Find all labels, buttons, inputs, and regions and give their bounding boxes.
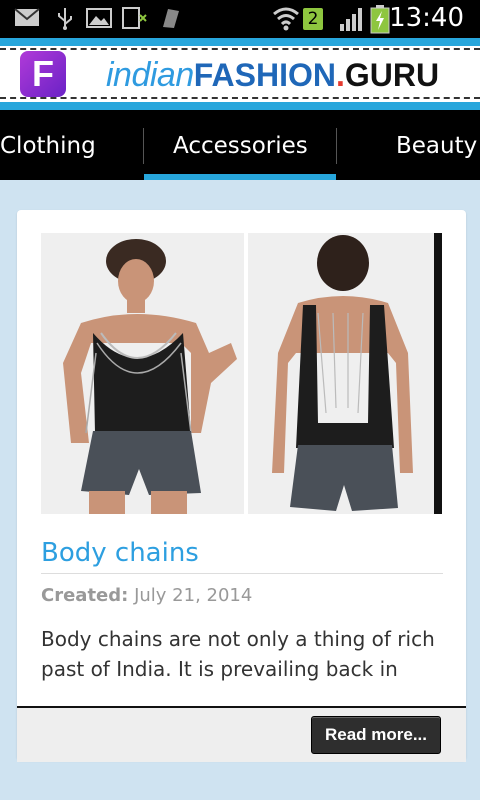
article-excerpt: Body chains are not only a thing of rich… bbox=[41, 627, 435, 681]
header-top-dashes bbox=[0, 48, 480, 50]
download-icon bbox=[122, 7, 147, 29]
created-label: Created: bbox=[41, 585, 129, 606]
clock: 13:40 bbox=[389, 3, 464, 33]
brand-guru: GURU bbox=[344, 57, 440, 93]
category-nav: Clothing Accessories Beauty bbox=[0, 110, 480, 180]
created-date: July 21, 2014 bbox=[134, 585, 253, 606]
card-footer: Read more... bbox=[17, 706, 466, 762]
site-header: F indianFASHION.GURU bbox=[0, 38, 480, 110]
nav-divider bbox=[143, 128, 144, 164]
nav-divider bbox=[336, 128, 337, 164]
brand-fashion: FASHION bbox=[193, 57, 336, 93]
header-bottom-dashes bbox=[0, 97, 480, 99]
status-bar: 2 13:40 bbox=[0, 0, 480, 38]
nav-item-accessories[interactable]: Accessories bbox=[173, 110, 308, 180]
signal-icon bbox=[340, 8, 362, 31]
article-card: Body chains Created: July 21, 2014 Body … bbox=[17, 210, 466, 762]
site-brand[interactable]: indianFASHION.GURU bbox=[106, 56, 439, 96]
nav-item-beauty[interactable]: Beauty bbox=[396, 110, 477, 180]
back-view-photo bbox=[248, 233, 442, 514]
brand-indian: indian bbox=[106, 56, 194, 94]
nav-item-clothing[interactable]: Clothing bbox=[0, 110, 96, 180]
header-bottom-bar bbox=[0, 102, 480, 110]
image-icon bbox=[86, 8, 112, 28]
article-meta: Created: July 21, 2014 bbox=[41, 585, 252, 606]
notification-count-badge: 2 bbox=[303, 8, 323, 30]
mail-icon bbox=[14, 8, 40, 26]
usb-icon bbox=[58, 8, 72, 30]
article-image[interactable] bbox=[41, 233, 442, 514]
title-divider bbox=[41, 573, 443, 574]
article-title-link[interactable]: Body chains bbox=[41, 538, 199, 568]
nav-active-indicator bbox=[144, 174, 336, 180]
wifi-icon bbox=[273, 7, 299, 31]
header-top-bar bbox=[0, 38, 480, 46]
site-logo-icon[interactable]: F bbox=[20, 51, 66, 97]
app-icon bbox=[163, 9, 179, 28]
front-view-photo bbox=[41, 233, 244, 514]
brand-dot: . bbox=[335, 57, 345, 93]
battery-charging-icon bbox=[370, 5, 390, 34]
read-more-button[interactable]: Read more... bbox=[311, 716, 441, 754]
